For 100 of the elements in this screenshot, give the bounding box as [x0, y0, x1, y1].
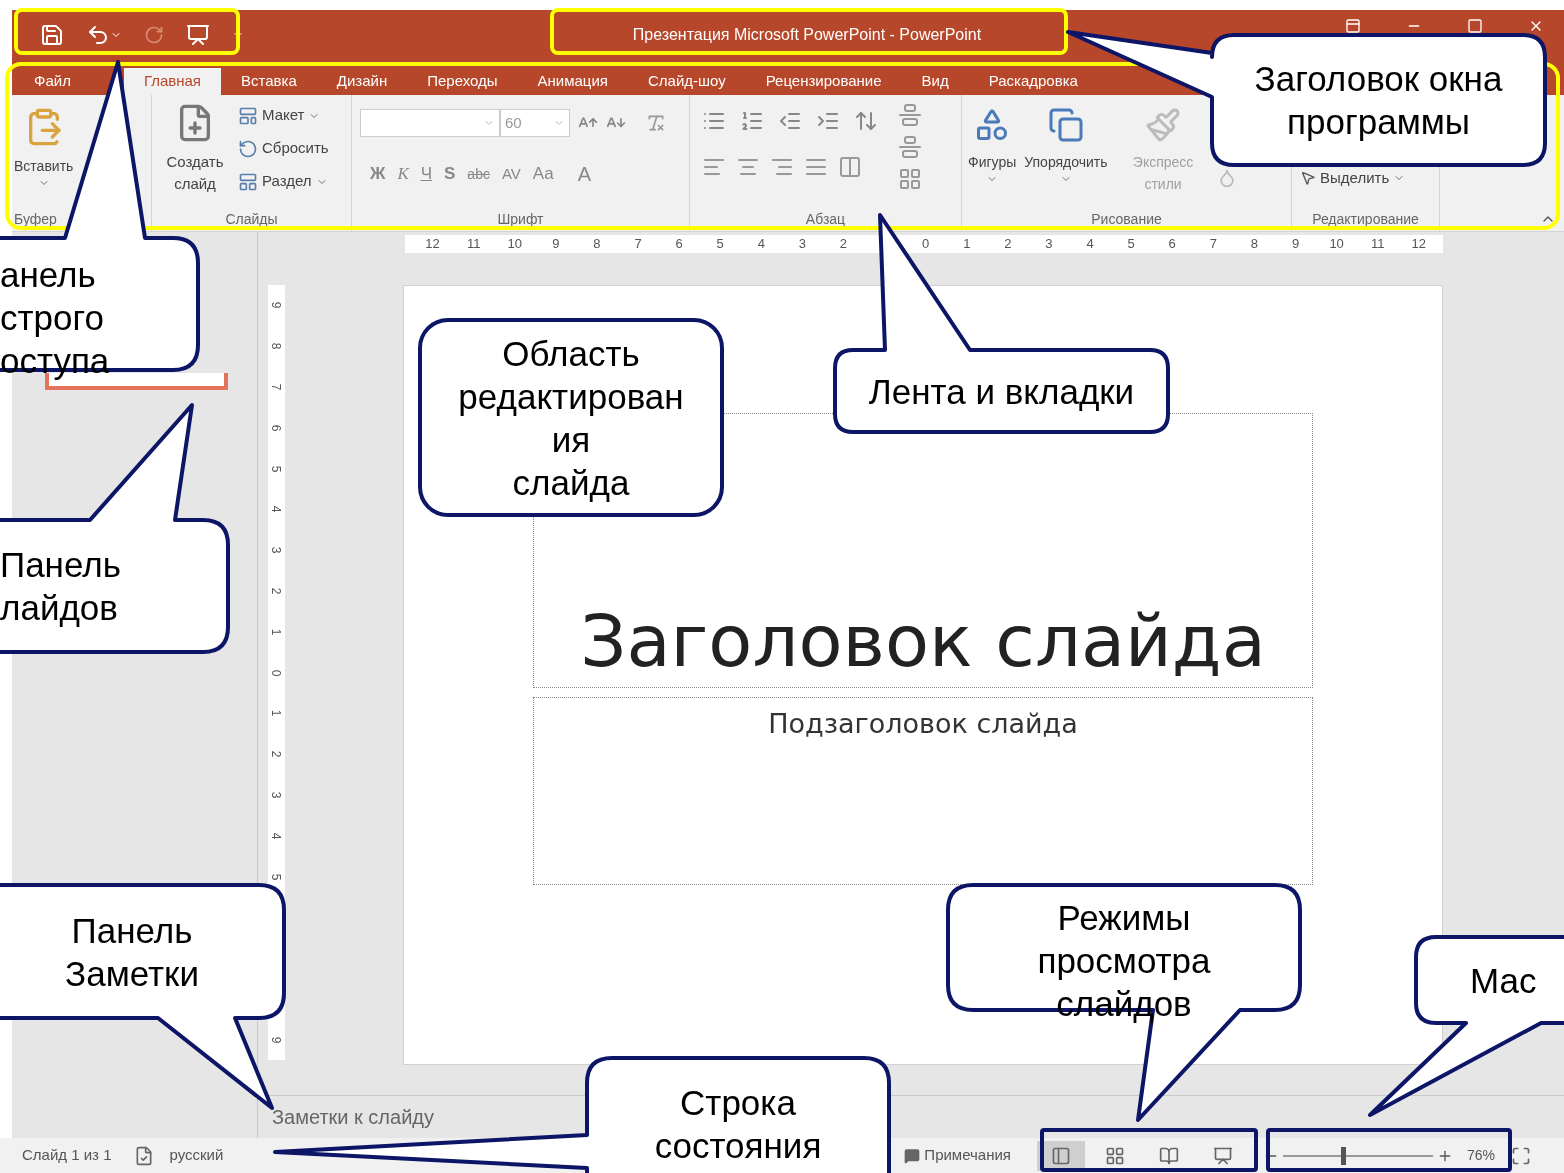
ruler-number: 4 [268, 832, 285, 840]
view-icon [1212, 1145, 1233, 1166]
ruler-number: 12 [1411, 235, 1427, 254]
format-button[interactable]: Ч [420, 161, 432, 187]
group-label: Редактирование [1312, 209, 1419, 229]
callout-text: Строка состояния [654, 1082, 822, 1167]
ruler-number: 5 [716, 235, 724, 254]
ribbon-display-icon[interactable] [1345, 18, 1361, 34]
slide-subtitle: Подзаголовок слайда [768, 707, 1078, 741]
ruler-number: 7 [268, 383, 285, 391]
group-label: Слайды [225, 209, 278, 229]
paragraph-tool-icon[interactable] [740, 109, 764, 133]
ruler-number: 7 [634, 235, 642, 254]
ruler-number: 4 [757, 235, 765, 254]
ruler-number: 6 [1168, 235, 1176, 254]
window-title: Презентация Microsoft PowerPoint - PowerPoint [632, 25, 982, 45]
zoom-thumb[interactable] [1340, 1146, 1346, 1165]
ruler-number: 9 [268, 302, 285, 309]
format-button[interactable]: A [577, 159, 591, 189]
language-button[interactable]: русский [169, 1144, 224, 1167]
ruler-number: 12 [425, 235, 440, 254]
ruler-number: 4 [268, 506, 285, 513]
save-icon[interactable] [40, 23, 64, 47]
group-label: Абзац [805, 209, 846, 229]
format-button[interactable]: Ж [370, 161, 386, 187]
group-label: Шрифт [497, 209, 544, 229]
callout-text: Лента и вкладки [868, 370, 1135, 413]
ruler-number: 10 [1329, 235, 1344, 254]
ribbon-button[interactable]: Упорядочить [1022, 103, 1110, 185]
zoom-level[interactable]: 76% [1466, 1145, 1495, 1166]
ruler-number: 11 [1370, 235, 1385, 254]
group-label: Буфер [14, 209, 57, 229]
slideshow-icon[interactable] [186, 23, 210, 47]
format-button[interactable]: К [397, 161, 409, 187]
fit-to-window-icon[interactable] [1511, 1145, 1531, 1166]
ribbon-tab[interactable]: Переходы [407, 68, 518, 95]
view-icon [1050, 1145, 1071, 1166]
ruler-number: 5 [268, 465, 285, 472]
ruler-number: 8 [1250, 235, 1259, 254]
ribbon-tab[interactable]: Дизайн [316, 68, 408, 95]
comment-icon [904, 1147, 921, 1164]
ribbon-button[interactable]: Раздел [238, 169, 329, 194]
ribbon-tab[interactable]: Слайд-шоу [627, 68, 746, 95]
drawing-tool-icon [1047, 107, 1084, 143]
ruler-number: 3 [268, 546, 285, 554]
font-size-field[interactable]: 60 [500, 109, 570, 137]
ruler-number: 5 [268, 873, 285, 880]
undo-icon[interactable] [86, 23, 110, 47]
ruler-number: 5 [1127, 235, 1135, 254]
font-name-field[interactable] [360, 109, 500, 137]
callout-text: Заголовок окна программы [1254, 58, 1503, 143]
callout-text: Область редактирован ия слайда [458, 332, 684, 504]
ribbon-tab[interactable]: Файл [14, 68, 91, 95]
ruler-number: 3 [1045, 235, 1053, 254]
format-button[interactable]: abc [467, 163, 490, 185]
slide-counter: Слайд 1 из 1 [22, 1145, 112, 1166]
ribbon-button[interactable]: Фигуры [966, 103, 1019, 185]
select-button[interactable]: Выделить [1300, 167, 1406, 190]
ruler-number: 1 [963, 235, 971, 254]
slide-tool-icon [238, 171, 258, 192]
ribbon-tab[interactable]: Вид [901, 68, 969, 95]
ruler-number: 2 [268, 587, 285, 595]
new-slide-button[interactable]: Создать слайд [160, 103, 230, 195]
format-button[interactable]: AV [501, 162, 521, 186]
comments-button[interactable]: Примечания [904, 1144, 1011, 1167]
ribbon-tab[interactable]: Раскадровка [968, 68, 1098, 95]
ruler-number: 8 [268, 342, 285, 350]
view-icon [1104, 1145, 1125, 1166]
callout-text: Мас [1470, 959, 1537, 1002]
callout-text: Панель лайдов [0, 544, 121, 629]
smartart-icon[interactable] [898, 167, 922, 191]
clear-formatting-icon[interactable] [646, 113, 666, 133]
ribbon-button[interactable]: Вставить [12, 103, 76, 189]
ribbon-button[interactable]: Макет [238, 103, 329, 128]
ruler-number: 8 [593, 235, 601, 254]
align-text-icon[interactable] [898, 135, 922, 159]
ruler-number: 2 [1004, 235, 1012, 254]
ruler-number: 10 [507, 235, 522, 254]
ruler-number: 9 [268, 1036, 285, 1044]
drawing-tool-icon [1145, 107, 1182, 143]
ruler-number: 7 [1209, 235, 1217, 254]
ribbon-tab[interactable]: Рецензирование [745, 68, 902, 95]
ribbon-button[interactable]: Сбросить [238, 136, 329, 161]
format-button[interactable]: Aa [532, 161, 554, 187]
ruler-number: 4 [1086, 235, 1094, 254]
alignment-icon[interactable] [838, 155, 862, 179]
notes-field[interactable]: Заметки к слайду [272, 1102, 522, 1132]
ribbon-tab[interactable]: Главная [123, 68, 221, 95]
redo-icon[interactable] [144, 25, 164, 45]
paragraph-tool-icon[interactable] [854, 109, 878, 133]
slide-tool-icon [238, 138, 258, 159]
ribbon-tab[interactable]: Анимация [517, 68, 628, 95]
callout-text: Панель Заметки [65, 909, 199, 995]
view-icon [1158, 1145, 1179, 1166]
ruler-number: 0 [268, 669, 285, 676]
ruler-number: 1 [268, 710, 285, 717]
ribbon-tab[interactable]: Вставка [221, 68, 317, 95]
format-button[interactable]: S [444, 161, 456, 187]
ruler-number: 2 [268, 750, 285, 758]
maximize-icon[interactable] [1467, 18, 1483, 34]
